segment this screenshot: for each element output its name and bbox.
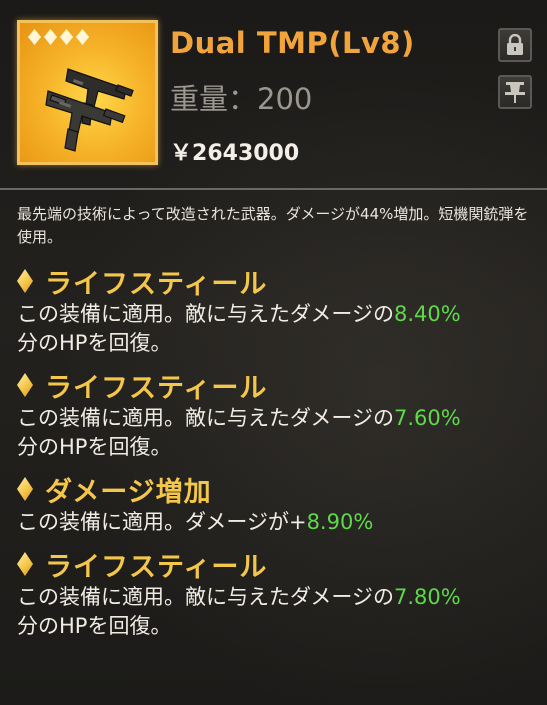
lock-icon	[507, 34, 523, 55]
rarity-star-icon	[28, 29, 41, 45]
effect-text: この装備に適用。敵に与えたダメージの	[17, 302, 394, 326]
yen-symbol: ￥	[170, 141, 193, 166]
rarity-star-icon	[76, 29, 89, 45]
item-name: Dual TMP(Lv8)	[170, 26, 415, 60]
effect-text: この装備に適用。ダメージが	[17, 510, 289, 534]
lock-button[interactable]	[498, 28, 532, 62]
effect-title-row: ライフスティール	[17, 262, 542, 300]
price-value: 2643000	[192, 141, 300, 166]
effect-title-row: ダメージ増加	[17, 470, 542, 508]
effect-name: ライフスティール	[45, 372, 268, 404]
effect-description: この装備に適用。敵に与えたダメージの8.40% 分のHPを回復。	[17, 300, 542, 358]
diamond-bullet-icon	[17, 269, 33, 293]
item-weight: 重量：200	[170, 82, 313, 116]
effect-description: この装備に適用。敵に与えたダメージの7.60% 分のHPを回復。	[17, 404, 542, 462]
item-description: 最先端の技術によって改造された武器。ダメージが44%増加。短機関銃弾を使用。	[17, 205, 529, 246]
diamond-bullet-icon	[17, 552, 33, 576]
effect-text: この装備に適用。敵に与えたダメージの	[17, 585, 394, 609]
effect-title-row: ライフスティール	[17, 366, 542, 404]
effect-item: ライフスティール この装備に適用。敵に与えたダメージの8.40% 分のHPを回復…	[17, 262, 542, 358]
effect-text-after: 分のHPを回復。	[17, 331, 172, 355]
diamond-bullet-icon	[17, 477, 33, 501]
pin-icon	[505, 82, 525, 103]
effect-item: ライフスティール この装備に適用。敵に与えたダメージの7.60% 分のHPを回復…	[17, 366, 542, 462]
effect-title-row: ライフスティール	[17, 545, 542, 583]
effect-description: この装備に適用。敵に与えたダメージの7.80% 分のHPを回復。	[17, 583, 542, 641]
effect-description: この装備に適用。ダメージが+8.90%	[17, 508, 542, 537]
item-detail-panel: Dual TMP(Lv8) 重量：200 ￥2643000 最先端の技術によって…	[0, 0, 547, 705]
effect-name: ライフスティール	[45, 268, 268, 300]
header-divider	[0, 188, 547, 190]
item-price: ￥2643000	[170, 135, 299, 167]
effect-sign: +	[288, 510, 307, 534]
pin-button[interactable]	[498, 75, 532, 109]
effect-value: 8.40%	[393, 302, 461, 326]
rarity-star-icon	[60, 29, 73, 45]
rarity-stars	[28, 29, 89, 45]
effect-name: ライフスティール	[45, 551, 268, 583]
effect-name: ダメージ増加	[45, 476, 212, 508]
diamond-bullet-icon	[17, 373, 33, 397]
effects-list: ライフスティール この装備に適用。敵に与えたダメージの8.40% 分のHPを回復…	[17, 262, 542, 649]
effect-item: ダメージ増加 この装備に適用。ダメージが+8.90%	[17, 470, 542, 537]
dual-smg-icon	[45, 68, 134, 152]
effect-item: ライフスティール この装備に適用。敵に与えたダメージの7.80% 分のHPを回復…	[17, 545, 542, 641]
effect-text-after: 分のHPを回復。	[17, 614, 172, 638]
effect-text: この装備に適用。敵に与えたダメージの	[17, 406, 394, 430]
rarity-star-icon	[44, 29, 57, 45]
effect-value: 7.80%	[393, 585, 461, 609]
item-icon-frame[interactable]	[17, 20, 158, 165]
effect-value: 7.60%	[393, 406, 461, 430]
effect-text-after: 分のHPを回復。	[17, 435, 172, 459]
effect-value: 8.90%	[306, 510, 374, 534]
